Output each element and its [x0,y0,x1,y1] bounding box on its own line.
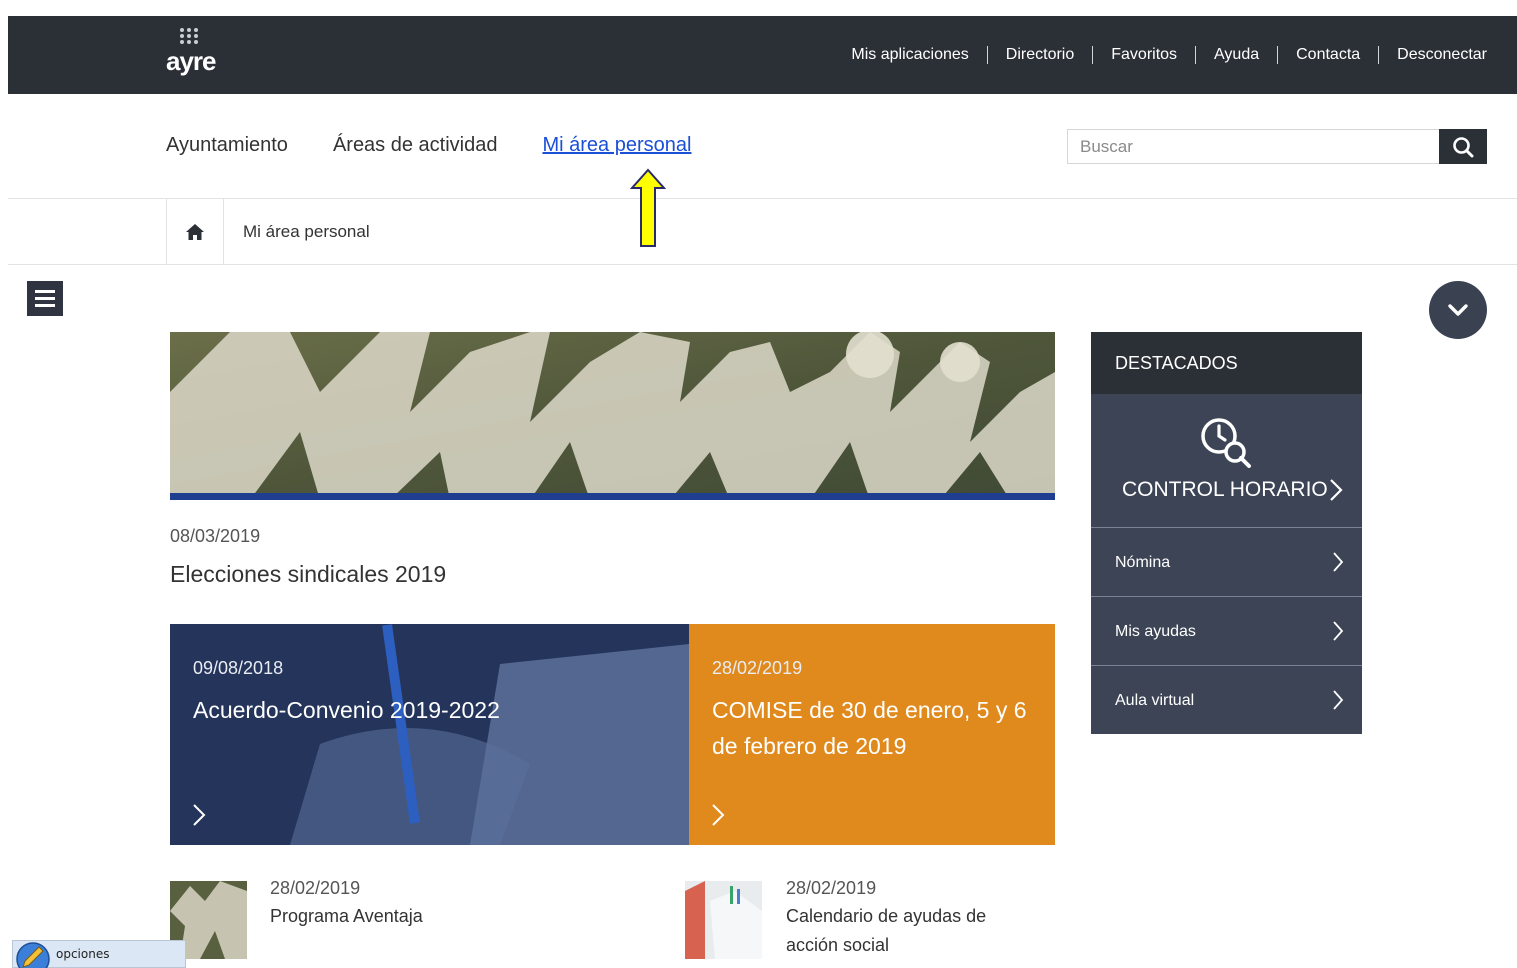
link-ayuda[interactable]: Ayuda [1214,46,1259,64]
ayre-logo[interactable]: ayre [166,26,226,82]
chevron-right-icon [1333,690,1344,710]
clock-search-icon [1201,418,1251,468]
search-icon [1453,136,1474,157]
divider [986,46,988,64]
hero-title[interactable]: Elecciones sindicales 2019 [170,561,446,588]
chevron-right-icon [1330,479,1343,501]
medical-coat-thumbnail-image [685,881,762,959]
news-card-comise[interactable]: 28/02/2019 COMISE de 30 de enero, 5 y 6 … [689,624,1055,845]
top-bar: ayre Mis aplicaciones Directorio Favorit… [8,16,1517,94]
divider [1277,46,1279,64]
chevron-right-icon [1333,552,1344,572]
sidebar-item-aula-virtual[interactable]: Aula virtual [1091,665,1362,734]
card-date: 09/08/2018 [193,658,284,678]
chevron-down-icon [1448,304,1468,316]
divider [8,264,1517,265]
divider [1092,46,1094,64]
main-nav: Ayuntamiento Áreas de actividad Mi área … [166,134,736,157]
divider [8,198,1517,199]
link-contacta[interactable]: Contacta [1296,46,1360,64]
annotation-arrow-icon [630,168,666,247]
nav-ayuntamiento[interactable]: Ayuntamiento [166,134,288,157]
divider [1378,46,1380,64]
link-mis-aplicaciones[interactable]: Mis aplicaciones [851,46,968,64]
news-date: 28/02/2019 [786,878,877,898]
chevron-right-icon [193,804,206,826]
chevron-right-icon [712,804,725,826]
hamburger-icon [35,297,55,300]
news-card-acuerdo[interactable]: 09/08/2018 Acuerdo-Convenio 2019-2022 [170,624,689,845]
news-title[interactable]: Programa Aventaja [270,902,423,931]
news-title[interactable]: Calendario de ayudas de acción social [786,902,1026,960]
hero-date: 08/03/2019 [170,526,261,546]
expand-button[interactable] [1429,281,1487,339]
link-favoritos[interactable]: Favoritos [1111,46,1177,64]
chevron-right-icon [1333,621,1344,641]
hamburger-icon [35,290,55,293]
hamburger-icon [35,304,55,307]
sidebar-heading: DESTACADOS [1091,332,1362,394]
pencil-icon [16,942,50,968]
divider [1195,46,1197,64]
link-directorio[interactable]: Directorio [1006,46,1074,64]
paper-chain-people-image [170,332,1055,500]
card-date: 28/02/2019 [712,658,803,678]
options-widget[interactable]: opciones [12,940,186,968]
sidebar-item-nomina[interactable]: Nómina [1091,527,1362,596]
sidebar-item-mis-ayudas[interactable]: Mis ayudas [1091,596,1362,665]
breadcrumb-home[interactable] [166,199,224,264]
search-box [1067,129,1487,164]
logo-dots-icon [180,28,206,48]
top-links: Mis aplicaciones Directorio Favoritos Ay… [851,46,1487,64]
options-label: opciones [56,947,110,961]
hero-image[interactable] [170,332,1055,500]
breadcrumb-current: Mi área personal [243,222,370,241]
hero-accent-bar [170,493,1055,500]
menu-toggle-button[interactable] [27,281,63,316]
control-horario-label: CONTROL HORARIO [1122,478,1328,501]
nav-areas-de-actividad[interactable]: Áreas de actividad [333,134,498,157]
search-input[interactable] [1068,130,1440,163]
search-button[interactable] [1439,129,1487,164]
sidebar-item-label: Nómina [1115,554,1171,571]
sidebar-item-label: Mis ayudas [1115,623,1196,640]
nav-mi-area-personal[interactable]: Mi área personal [542,134,691,157]
logo-text: ayre [166,46,216,76]
news-thumbnail[interactable] [685,881,762,959]
home-icon [186,223,204,240]
control-horario-link[interactable]: CONTROL HORARIO [1091,394,1362,527]
card-title: COMISE de 30 de enero, 5 y 6 de febrero … [712,697,1027,759]
news-date: 28/02/2019 [270,878,361,898]
featured-sidebar: DESTACADOS CONTROL HORARIO Nómina Mis ay… [1091,332,1362,734]
sidebar-item-label: Aula virtual [1115,692,1195,709]
card-title: Acuerdo-Convenio 2019-2022 [193,697,500,723]
link-desconectar[interactable]: Desconectar [1397,46,1487,64]
